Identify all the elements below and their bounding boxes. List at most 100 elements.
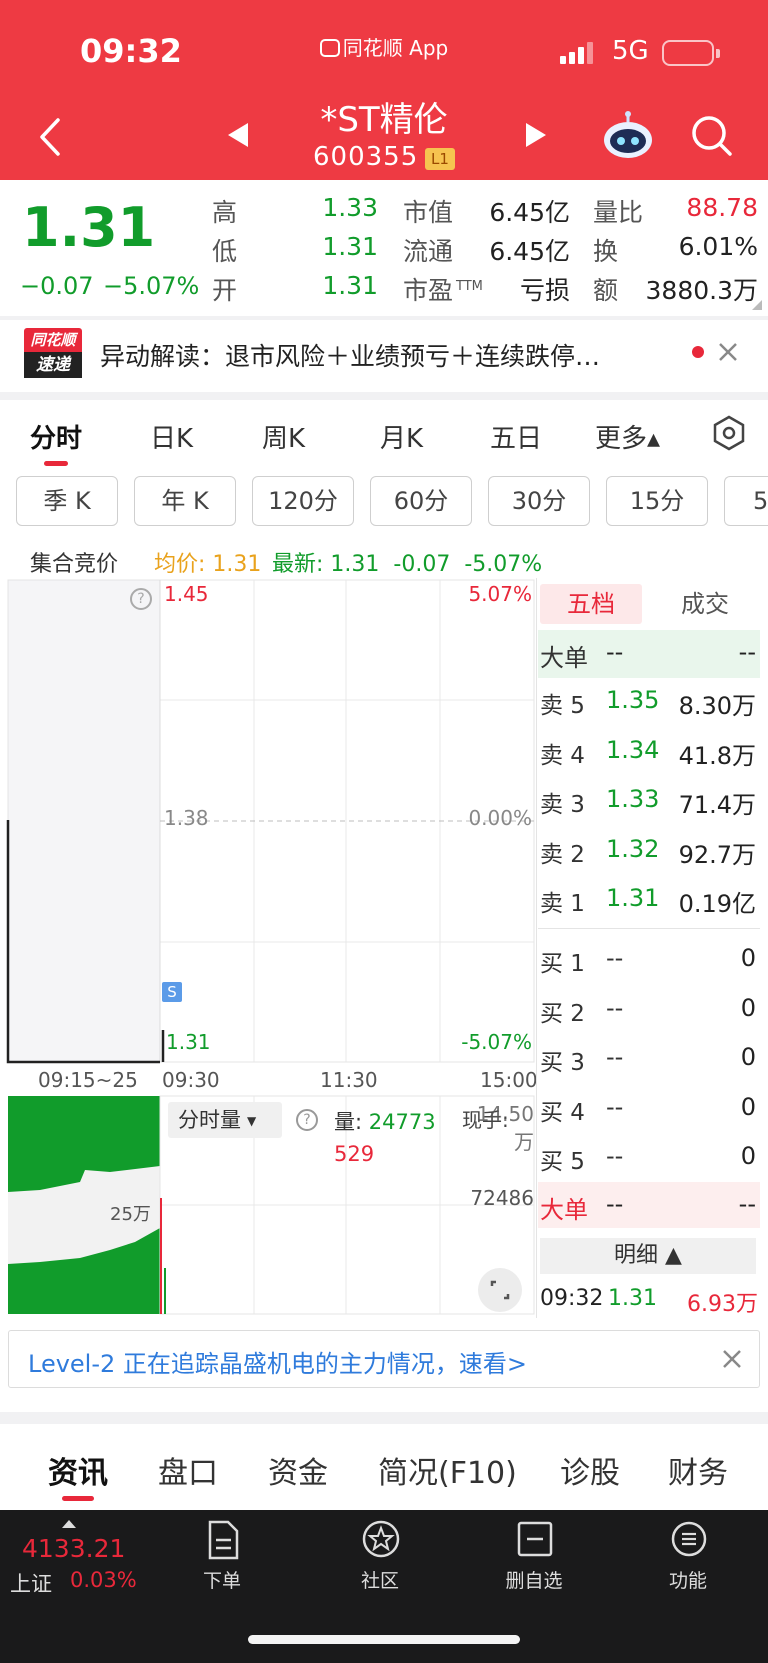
tab-trades[interactable]: 成交	[650, 584, 760, 624]
tab-more[interactable]: 更多▴	[595, 418, 660, 455]
bid-price: --	[606, 993, 624, 1022]
pct-axis-top: 5.07%	[468, 582, 532, 606]
low-value: 1.31	[322, 232, 378, 261]
x-axis-open: 09:30	[162, 1068, 220, 1092]
divider	[0, 1412, 768, 1424]
ask-volume: 0.19亿	[678, 890, 756, 918]
ask-label: 卖 5	[540, 693, 585, 719]
home-indicator	[248, 1635, 520, 1644]
pill-15min[interactable]: 15分	[606, 476, 708, 526]
float-label: 流通	[403, 237, 454, 266]
bid-price: --	[606, 1092, 624, 1121]
big-order-buy-label: 大单	[540, 1196, 588, 1224]
pill-year-k[interactable]: 年 K	[134, 476, 236, 526]
caret-up-icon	[62, 1520, 76, 1528]
open-label: 开	[212, 276, 238, 305]
ask-price: 1.33	[606, 785, 660, 813]
turnover-value: 6.01%	[678, 232, 758, 261]
fullscreen-icon	[490, 1280, 510, 1300]
signal-icon	[560, 42, 600, 64]
volume-axis-top: 14.50万	[476, 1102, 534, 1154]
bid-label: 买 1	[540, 951, 585, 977]
bottom-tab-indicator	[62, 1496, 94, 1501]
tab-news[interactable]: 资讯	[48, 1448, 108, 1492]
chart-settings-button[interactable]	[710, 414, 748, 452]
ask-bid-divider	[538, 928, 760, 929]
level2-close-button[interactable]	[720, 1347, 744, 1371]
pct-axis-mid: 0.00%	[468, 806, 532, 830]
amount-value: 3880.3万	[645, 276, 758, 305]
ask-price: 1.34	[606, 735, 660, 764]
volume-help-icon[interactable]: ?	[296, 1109, 318, 1131]
y-axis-bottom: 1.31	[166, 1030, 211, 1054]
tab-weekly-k[interactable]: 周K	[262, 418, 305, 455]
tab-monthly-k[interactable]: 月K	[380, 418, 423, 455]
tab-f10[interactable]: 简况(F10)	[378, 1448, 517, 1492]
level2-banner-text[interactable]: Level-2 正在追踪晶盛机电的主力情况，速看>	[28, 1344, 527, 1379]
minus-square-icon	[517, 1521, 553, 1557]
bid-label: 买 3	[540, 1050, 585, 1076]
battery-icon	[662, 40, 720, 66]
bid-price: --	[606, 944, 624, 972]
stock-code: 600355	[313, 142, 419, 172]
search-button[interactable]	[688, 112, 736, 160]
menu-circle-icon	[671, 1521, 707, 1557]
big-order-buy-price: --	[606, 1190, 624, 1218]
ask-volume: 8.30万	[678, 692, 756, 720]
tab-five-day[interactable]: 五日	[490, 418, 542, 455]
active-tab-indicator	[44, 461, 68, 466]
volume-selector[interactable]: 分时量 ▼	[168, 1102, 282, 1138]
latest-price: 最新: 1.31 -0.07 -5.07%	[272, 552, 543, 577]
level-badge: L1	[425, 148, 455, 170]
tab-five-level[interactable]: 五档	[540, 584, 642, 624]
tab-capital[interactable]: 资金	[268, 1448, 328, 1492]
mktcap-label: 市值	[403, 198, 454, 227]
trade-price: 1.31	[608, 1286, 657, 1311]
index-pct: 0.03%	[70, 1568, 137, 1592]
signal-marker[interactable]: S	[162, 982, 182, 1002]
ask-volume: 71.4万	[678, 791, 756, 819]
bid-label: 买 2	[540, 1000, 585, 1027]
tab-finance[interactable]: 财务	[668, 1448, 728, 1492]
pill-120min[interactable]: 120分	[252, 476, 354, 526]
status-app-name: 同花顺 App	[0, 32, 768, 61]
auction-label: 集合竞价	[30, 552, 119, 577]
tab-order-book[interactable]: 盘口	[158, 1448, 218, 1492]
tab-diagnosis[interactable]: 诊股	[560, 1448, 620, 1492]
mktcap-value: 6.45亿	[489, 198, 570, 227]
pill-5min[interactable]: 5	[724, 476, 768, 526]
bid-volume: 0	[740, 993, 756, 1022]
tab-timeshare[interactable]: 分时	[30, 418, 82, 455]
hexagon-settings-icon	[713, 415, 745, 451]
amount-label: 额	[593, 276, 619, 305]
big-order-label: 大单	[540, 644, 588, 672]
pill-30min[interactable]: 30分	[488, 476, 590, 526]
bid-label: 买 4	[540, 1099, 585, 1126]
low-label: 低	[212, 237, 238, 266]
news-close-button[interactable]	[716, 340, 740, 364]
news-headline[interactable]: 异动解读：退市风险＋业绩预亏＋连续跌停…	[100, 337, 600, 373]
y-axis-top: 1.45	[164, 582, 209, 606]
timeshare-chart	[6, 579, 535, 1315]
bid-volume: 0	[740, 944, 756, 972]
divider	[0, 392, 768, 400]
price-change: −0.07	[20, 272, 94, 300]
auction-help-icon[interactable]: ?	[130, 588, 152, 610]
bid-price: --	[606, 1142, 624, 1170]
big-order-buy-vol: --	[738, 1190, 756, 1218]
next-stock-button[interactable]	[520, 120, 550, 150]
tab-daily-k[interactable]: 日K	[150, 418, 193, 455]
robot-assistant-button[interactable]	[600, 110, 656, 162]
ask-label: 卖 1	[540, 891, 585, 917]
detail-button[interactable]: 明细 ▲	[540, 1238, 756, 1274]
current-price: 1.31	[22, 196, 156, 259]
pill-60min[interactable]: 60分	[370, 476, 472, 526]
expand-corner-icon[interactable]	[752, 300, 762, 310]
auction-bg	[8, 580, 160, 1062]
index-value: 4133.21	[22, 1534, 126, 1563]
news-logo: 同花顺 速递	[24, 328, 82, 378]
fullscreen-button[interactable]	[478, 1268, 522, 1312]
pill-quarter-k[interactable]: 季 K	[16, 476, 118, 526]
index-widget[interactable]: 4133.21 上证 0.03%	[0, 1510, 150, 1610]
high-label: 高	[212, 198, 238, 227]
